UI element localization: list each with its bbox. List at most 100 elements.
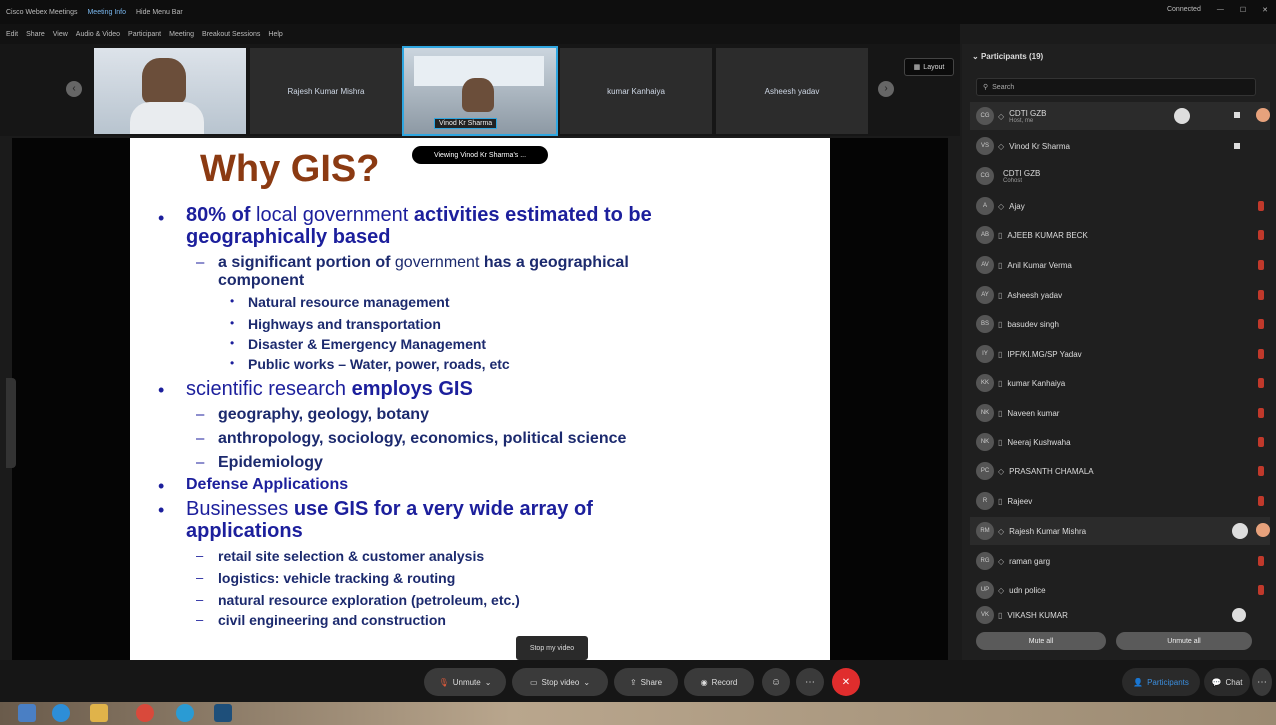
participant-name: PRASANTH CHAMALA bbox=[1009, 466, 1094, 476]
phone-icon: ▯ bbox=[998, 290, 1003, 300]
panel-header[interactable]: ⌄ Participants (19) bbox=[972, 52, 1043, 61]
phone-icon: ▯ bbox=[998, 610, 1003, 620]
stop-video-label: Stop video bbox=[541, 677, 580, 687]
avatar: R bbox=[976, 492, 994, 510]
participant-row[interactable]: AB ▯ AJEEB KUMAR BECK bbox=[970, 221, 1270, 249]
record-button[interactable]: ◉ Record bbox=[684, 668, 754, 696]
webex-icon[interactable] bbox=[214, 704, 232, 722]
browser-icon[interactable] bbox=[52, 704, 70, 722]
unmute-button[interactable]: 🎙 Unmute ⌄ bbox=[424, 668, 506, 696]
windows-start-icon[interactable] bbox=[18, 704, 36, 722]
menu-view[interactable]: View bbox=[53, 31, 68, 38]
menu-edit[interactable]: Edit bbox=[6, 31, 18, 38]
chat-button[interactable]: 💬 Chat bbox=[1204, 668, 1250, 696]
next-icon[interactable]: › bbox=[878, 81, 894, 97]
hide-menu-bar-button[interactable]: Hide Menu Bar bbox=[136, 9, 183, 16]
leave-meeting-icon[interactable]: ✕ bbox=[832, 668, 860, 696]
unmute-all-button[interactable]: Unmute all bbox=[1116, 632, 1252, 650]
file-explorer-icon[interactable] bbox=[90, 704, 108, 722]
bullet-1: 80% of local government activities estim… bbox=[186, 204, 652, 226]
menu-participant[interactable]: Participant bbox=[128, 31, 161, 38]
reactions-icon[interactable]: ☺ bbox=[762, 668, 790, 696]
bullet-dot: • bbox=[230, 294, 235, 308]
participants-button[interactable]: 👤 Participants bbox=[1122, 668, 1200, 696]
bullet-dot: • bbox=[230, 356, 235, 370]
participant-row[interactable]: NK ▯ Neeraj Kushwaha bbox=[970, 428, 1270, 456]
maximize-icon[interactable]: ☐ bbox=[1240, 6, 1246, 14]
menu-help[interactable]: Help bbox=[268, 31, 282, 38]
participant-row[interactable]: VS ◇ Vinod Kr Sharma bbox=[970, 132, 1270, 160]
muted-mic-icon bbox=[1258, 319, 1264, 329]
participant-row[interactable]: KK ▯ kumar Kanhaiya bbox=[970, 369, 1270, 397]
participant-row[interactable]: PC ◇ PRASANTH CHAMALA bbox=[970, 457, 1270, 485]
edge-icon[interactable] bbox=[176, 704, 194, 722]
viewing-indicator[interactable]: Viewing Vinod Kr Sharma's ... bbox=[412, 146, 548, 164]
menu-share[interactable]: Share bbox=[26, 31, 45, 38]
slide-title: Why GIS? bbox=[200, 148, 380, 190]
participant-row[interactable]: AY ▯ Asheesh yadav bbox=[970, 281, 1270, 309]
item-logistics: logistics: vehicle tracking & routing bbox=[218, 570, 456, 586]
bullet-dot: • bbox=[230, 336, 235, 350]
participant-row[interactable]: UP ◇ udn police bbox=[970, 576, 1270, 604]
video-tile-kumar[interactable]: kumar Kanhaiya bbox=[560, 48, 712, 134]
video-tile-asheesh[interactable]: Asheesh yadav bbox=[716, 48, 868, 134]
stop-video-button[interactable]: ▭ Stop video ⌄ bbox=[512, 668, 608, 696]
dash-mark: – bbox=[196, 548, 204, 563]
video-tile-active[interactable]: Vinod Kr Sharma bbox=[402, 46, 558, 136]
menu-audio-video[interactable]: Audio & Video bbox=[76, 31, 120, 38]
side-drawer-handle[interactable] bbox=[6, 378, 16, 468]
phone-icon: ▯ bbox=[998, 437, 1003, 447]
minimize-icon[interactable]: — bbox=[1217, 6, 1224, 14]
share-button[interactable]: ⇪ Share bbox=[614, 668, 678, 696]
participant-row[interactable]: CG ◇ CDTI GZB Host, me bbox=[970, 102, 1270, 130]
video-tile-self[interactable] bbox=[94, 48, 246, 134]
prev-icon[interactable]: ‹ bbox=[66, 81, 82, 97]
participant-row[interactable]: IY ▯ IPF/KI.MG/SP Yadav bbox=[970, 340, 1270, 368]
layout-button[interactable]: ▦ Layout bbox=[904, 58, 954, 76]
audio-icon: ◇ bbox=[998, 556, 1005, 566]
settings-icon[interactable] bbox=[1232, 608, 1246, 622]
participant-row[interactable]: CG CDTI GZB Cohost bbox=[970, 162, 1270, 190]
tile-name: Asheesh yadav bbox=[764, 86, 820, 96]
participant-row[interactable]: RG ◇ raman garg bbox=[970, 547, 1270, 575]
avatar: AB bbox=[976, 226, 994, 244]
participant-row[interactable]: VK ▯ VIKASH KUMAR bbox=[970, 604, 1270, 626]
mute-all-button[interactable]: Mute all bbox=[976, 632, 1106, 650]
settings-icon[interactable] bbox=[1232, 523, 1248, 539]
chat-label: Chat bbox=[1225, 677, 1243, 687]
avatar: VK bbox=[976, 606, 994, 624]
avatar: AY bbox=[976, 286, 994, 304]
participant-row[interactable]: AV ▯ Anil Kumar Verma bbox=[970, 251, 1270, 279]
participant-row[interactable]: BS ▯ basudev singh bbox=[970, 310, 1270, 338]
chevron-down-icon[interactable]: ⌄ bbox=[485, 678, 492, 687]
participant-name: Neeraj Kushwaha bbox=[1007, 437, 1071, 447]
more-icon[interactable] bbox=[1256, 108, 1270, 122]
participant-name: VIKASH KUMAR bbox=[1007, 610, 1068, 620]
participant-name: IPF/KI.MG/SP Yadav bbox=[1007, 349, 1082, 359]
phone-icon: ▯ bbox=[998, 408, 1003, 418]
participant-name: basudev singh bbox=[1007, 319, 1059, 329]
meeting-info-button[interactable]: Meeting Info bbox=[87, 9, 126, 16]
participant-row[interactable]: R ▯ Rajeev bbox=[970, 487, 1270, 515]
bullet-4: Businesses use GIS for a very wide array… bbox=[186, 498, 593, 520]
bullet-2: scientific research employs GIS bbox=[186, 378, 473, 400]
more-options-icon[interactable]: ⋯ bbox=[796, 668, 824, 696]
more-icon[interactable] bbox=[1256, 523, 1270, 537]
chevron-down-icon[interactable]: ⌄ bbox=[583, 678, 590, 687]
video-tile-rajesh[interactable]: Rajesh Kumar Mishra bbox=[250, 48, 402, 134]
menu-meeting[interactable]: Meeting bbox=[169, 31, 194, 38]
more-icon[interactable]: ⋯ bbox=[1252, 668, 1272, 696]
share-icon[interactable] bbox=[1174, 108, 1190, 124]
chrome-icon[interactable] bbox=[136, 704, 154, 722]
menu-breakout[interactable]: Breakout Sessions bbox=[202, 31, 260, 38]
dash-mark: – bbox=[196, 454, 205, 471]
muted-mic-icon bbox=[1258, 585, 1264, 595]
connection-status[interactable]: Connected bbox=[1167, 6, 1201, 14]
participant-search-input[interactable]: ⚲ Search bbox=[976, 78, 1256, 96]
participant-row[interactable]: NK ▯ Naveen kumar bbox=[970, 399, 1270, 427]
participant-row[interactable]: RM ◇ Rajesh Kumar Mishra bbox=[970, 517, 1270, 545]
participant-row[interactable]: A ◇ Ajay bbox=[970, 192, 1270, 220]
close-icon[interactable]: ✕ bbox=[1262, 6, 1268, 14]
share-label: Share bbox=[640, 677, 663, 687]
muted-mic-icon bbox=[1258, 496, 1264, 506]
